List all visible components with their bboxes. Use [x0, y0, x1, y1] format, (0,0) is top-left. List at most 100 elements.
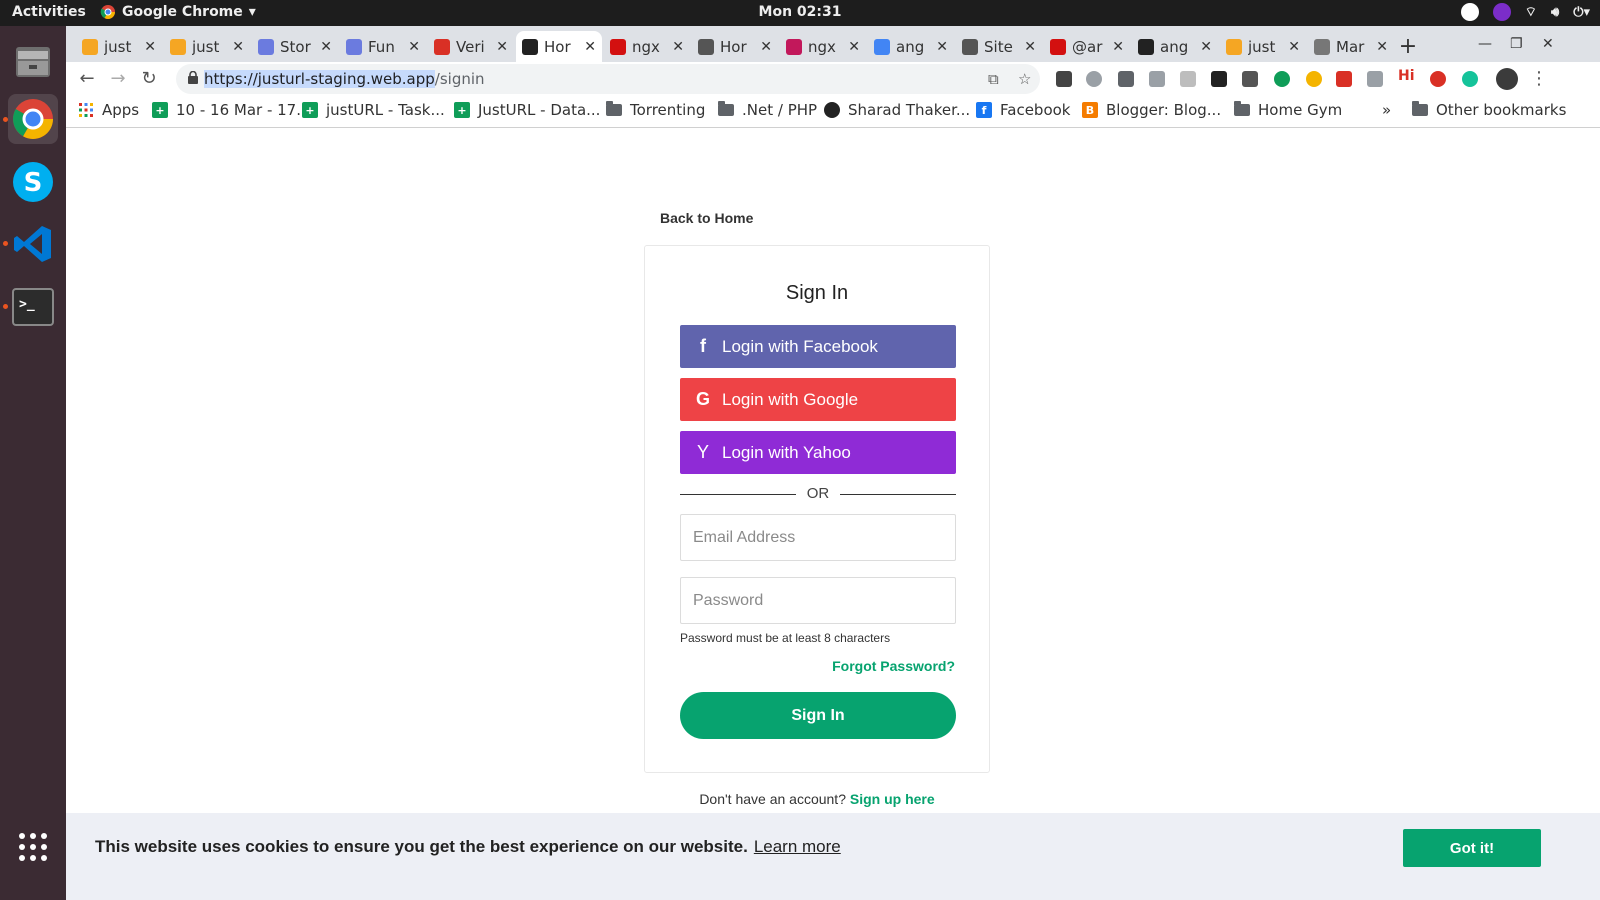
- browser-tab[interactable]: Site ✕: [956, 31, 1042, 62]
- extension-red-icon[interactable]: [1336, 71, 1352, 87]
- url-text[interactable]: https://justurl-staging.web.app/signin: [204, 70, 485, 88]
- browser-tab[interactable]: Mar ✕: [1308, 31, 1394, 62]
- extension-hi-icon[interactable]: Hi: [1398, 68, 1415, 84]
- system-tray[interactable]: ⌔ 🔊︎ ⏻▾: [1460, 3, 1590, 21]
- tab-close-icon[interactable]: ✕: [232, 39, 244, 55]
- sign-in-button[interactable]: Sign In: [680, 692, 956, 739]
- extension-flag-icon[interactable]: [1367, 71, 1383, 87]
- cookie-accept-button[interactable]: Got it!: [1403, 829, 1541, 867]
- browser-tab[interactable]: just ✕: [164, 31, 250, 62]
- extension-screen-icon[interactable]: [1180, 71, 1196, 87]
- extension-green-icon[interactable]: [1274, 71, 1290, 87]
- show-apps-icon[interactable]: [8, 822, 58, 872]
- address-bar[interactable]: https://justurl-staging.web.app/signin ⧉…: [176, 64, 1040, 94]
- bookmark-item[interactable]: Apps: [78, 101, 139, 119]
- browser-tab[interactable]: @ar ✕: [1044, 31, 1130, 62]
- tab-close-icon[interactable]: ✕: [584, 39, 596, 55]
- bookmark-item[interactable]: Torrenting: [606, 101, 705, 119]
- extension-off-icon[interactable]: [1056, 71, 1072, 87]
- extension-hand-icon[interactable]: [1306, 71, 1322, 87]
- files-icon[interactable]: [8, 36, 58, 86]
- install-app-icon[interactable]: ⧉: [988, 70, 999, 88]
- bookmark-item[interactable]: + justURL - Task...: [302, 101, 445, 119]
- tab-close-icon[interactable]: ✕: [760, 39, 772, 55]
- tab-close-icon[interactable]: ✕: [320, 39, 332, 55]
- browser-tab[interactable]: ngx ✕: [604, 31, 690, 62]
- tab-close-icon[interactable]: ✕: [496, 39, 508, 55]
- restore-icon[interactable]: ❐: [1510, 36, 1523, 52]
- tab-label: Stor: [280, 37, 311, 56]
- bookmark-label: 10 - 16 Mar - 17...: [176, 101, 311, 119]
- bookmark-star-icon[interactable]: ☆: [1018, 70, 1031, 88]
- browser-tab[interactable]: just ✕: [1220, 31, 1306, 62]
- reload-icon[interactable]: ↻: [138, 68, 160, 90]
- extension-red-badge-icon[interactable]: [1430, 71, 1446, 87]
- extension-stop-icon[interactable]: [1086, 71, 1102, 87]
- tab-close-icon[interactable]: ✕: [936, 39, 948, 55]
- terminal-icon[interactable]: >_: [8, 282, 58, 332]
- bookmark-item[interactable]: Home Gym: [1234, 101, 1342, 119]
- bookmarks-overflow-button[interactable]: »: [1382, 101, 1391, 119]
- extension-puzzle-icon[interactable]: [1211, 71, 1227, 87]
- no-account-text: Don't have an account?: [699, 791, 846, 807]
- extension-dropper-icon[interactable]: [1118, 71, 1134, 87]
- extension-camera-dark-icon[interactable]: [1242, 71, 1258, 87]
- tab-close-icon[interactable]: ✕: [672, 39, 684, 55]
- bookmark-item[interactable]: Sharad Thaker...: [824, 101, 970, 119]
- browser-tab[interactable]: Hor ✕: [516, 31, 602, 62]
- sign-up-link[interactable]: Sign up here: [850, 791, 935, 807]
- bookmark-item[interactable]: +10 - 16 Mar - 17...: [152, 101, 311, 119]
- extension-camera-icon[interactable]: [1149, 71, 1165, 87]
- other-bookmarks[interactable]: Other bookmarks: [1412, 101, 1566, 119]
- forward-arrow-icon[interactable]: →: [107, 68, 129, 90]
- chrome-icon[interactable]: [8, 94, 58, 144]
- bookmark-item[interactable]: f Facebook: [976, 101, 1070, 119]
- learn-more-link[interactable]: Learn more: [754, 837, 841, 856]
- lock-icon[interactable]: [188, 70, 198, 88]
- browser-tab[interactable]: ngx ✕: [780, 31, 866, 62]
- signin-card: Sign In f Login with Facebook G Login wi…: [644, 245, 990, 773]
- volume-icon[interactable]: 🔊︎: [1551, 5, 1559, 20]
- tab-close-icon[interactable]: ✕: [1024, 39, 1036, 55]
- browser-tab[interactable]: Fun ✕: [340, 31, 426, 62]
- firefox-tray-icon[interactable]: [1492, 3, 1511, 21]
- browser-tab[interactable]: just ✕: [76, 31, 162, 62]
- bookmark-item[interactable]: .Net / PHP: [718, 101, 817, 119]
- vscode-icon[interactable]: [8, 219, 58, 269]
- tab-close-icon[interactable]: ✕: [848, 39, 860, 55]
- power-icon[interactable]: ⏻▾: [1573, 5, 1590, 20]
- tab-close-icon[interactable]: ✕: [1200, 39, 1212, 55]
- login-facebook-button[interactable]: f Login with Facebook: [680, 325, 956, 368]
- minimize-icon[interactable]: —: [1478, 36, 1492, 52]
- tab-close-icon[interactable]: ✕: [1376, 39, 1388, 55]
- grammarly-icon[interactable]: [1462, 71, 1478, 87]
- login-yahoo-button[interactable]: Y Login with Yahoo: [680, 431, 956, 474]
- chrome-menu-icon[interactable]: ⋮: [1528, 68, 1550, 90]
- email-field[interactable]: [680, 514, 956, 561]
- close-window-icon[interactable]: ✕: [1542, 36, 1554, 52]
- bookmark-item[interactable]: B Blogger: Blog...: [1082, 101, 1221, 119]
- notification-icon[interactable]: [1460, 3, 1479, 21]
- tab-close-icon[interactable]: ✕: [144, 39, 156, 55]
- browser-tab[interactable]: ang ✕: [1132, 31, 1218, 62]
- browser-tab[interactable]: Stor ✕: [252, 31, 338, 62]
- browser-tab[interactable]: Hor ✕: [692, 31, 778, 62]
- tab-close-icon[interactable]: ✕: [1112, 39, 1124, 55]
- back-to-home-link[interactable]: Back to Home: [660, 210, 753, 226]
- app-menu[interactable]: Google Chrome ▾: [100, 4, 256, 20]
- back-arrow-icon[interactable]: ←: [76, 68, 98, 90]
- password-field[interactable]: [680, 577, 956, 624]
- skype-icon[interactable]: S: [8, 157, 58, 207]
- forgot-password-link[interactable]: Forgot Password?: [832, 658, 955, 674]
- login-google-button[interactable]: G Login with Google: [680, 378, 956, 421]
- new-tab-button[interactable]: +: [1388, 31, 1428, 62]
- tab-close-icon[interactable]: ✕: [1288, 39, 1300, 55]
- wifi-icon[interactable]: ⌔: [1525, 4, 1537, 20]
- browser-tab[interactable]: ang ✕: [868, 31, 954, 62]
- bookmark-item[interactable]: + JustURL - Data...: [454, 101, 600, 119]
- tab-close-icon[interactable]: ✕: [408, 39, 420, 55]
- browser-tab[interactable]: Veri ✕: [428, 31, 514, 62]
- activities-button[interactable]: Activities: [12, 4, 86, 20]
- profile-avatar[interactable]: [1496, 68, 1518, 90]
- running-indicator: [3, 304, 8, 309]
